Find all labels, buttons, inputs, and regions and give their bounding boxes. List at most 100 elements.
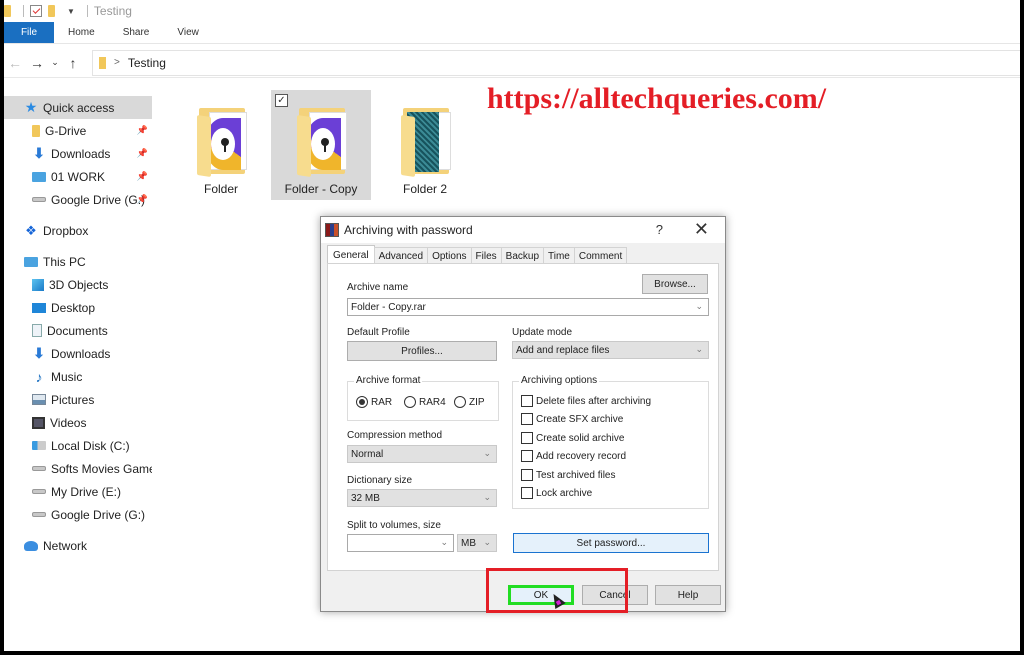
sidebar-item-documents[interactable]: Documents	[4, 319, 152, 342]
sidebar-item-google-drive-quick[interactable]: Google Drive (G:) 📌	[4, 188, 152, 211]
folder-icon	[397, 104, 453, 177]
sidebar-item-desktop[interactable]: Desktop	[4, 296, 152, 319]
chevron-down-icon: ⌄	[483, 448, 491, 458]
checkbox-recovery-record[interactable]: Add recovery record	[521, 450, 626, 462]
computer-icon	[24, 256, 38, 267]
properties-icon[interactable]	[30, 5, 42, 17]
sidebar-item-label: My Drive (E:)	[51, 484, 121, 499]
chevron-down-icon: ⌄	[483, 492, 491, 502]
sidebar-item-label: Downloads	[51, 146, 111, 161]
checkbox-delete-files[interactable]: Delete files after archiving	[521, 395, 651, 407]
file-name: Folder 2	[402, 182, 448, 196]
sidebar-item-videos[interactable]: Videos	[4, 411, 152, 434]
checkbox-create-solid[interactable]: Create solid archive	[521, 432, 624, 444]
checkbox-icon	[521, 469, 533, 481]
sidebar-item-01-work[interactable]: 01 WORK 📌	[4, 165, 152, 188]
chevron-down-icon[interactable]: ⌄	[695, 301, 703, 312]
drive-icon	[32, 512, 46, 517]
file-item-folder-copy[interactable]: ✓ Folder - Copy	[271, 90, 371, 200]
sidebar-item-this-pc[interactable]: This PC	[4, 250, 152, 273]
up-arrow-icon[interactable]: ↑	[62, 55, 84, 71]
sidebar-item-downloads-pc[interactable]: ⬇ Downloads	[4, 342, 152, 365]
dialog-title: Archiving with password	[344, 223, 473, 237]
radio-zip[interactable]: ZIP	[454, 396, 485, 408]
sidebar-item-label: G-Drive	[45, 123, 87, 138]
sidebar-item-3d-objects[interactable]: 3D Objects	[4, 273, 152, 296]
close-icon[interactable]: ✕	[694, 219, 709, 240]
ribbon-tab-home[interactable]: Home	[54, 22, 109, 43]
separator	[23, 5, 24, 17]
recent-locations-chevron-icon[interactable]: ⌄	[48, 57, 62, 68]
new-folder-icon[interactable]	[48, 5, 55, 17]
sidebar-item-music[interactable]: ♪ Music	[4, 365, 152, 388]
sidebar-item-network[interactable]: Network	[4, 534, 152, 557]
radio-rar[interactable]: RAR	[356, 396, 392, 408]
set-password-button[interactable]: Set password...	[513, 533, 709, 553]
dictionary-size-select[interactable]: 32 MB ⌄	[347, 489, 497, 507]
chevron-down-icon[interactable]: ⌄	[440, 537, 448, 548]
sidebar-item-google-drive-g[interactable]: Google Drive (G:)	[4, 503, 152, 526]
forward-arrow-icon[interactable]: →	[26, 55, 48, 71]
star-icon: ★	[24, 99, 38, 115]
breadcrumb-chevron-icon[interactable]: >	[114, 57, 120, 68]
split-unit-select[interactable]: MB ⌄	[457, 534, 497, 552]
pin-icon[interactable]: 📌	[137, 125, 148, 136]
checkbox-create-sfx[interactable]: Create SFX archive	[521, 413, 623, 425]
help-button[interactable]: Help	[655, 585, 721, 605]
window-title: Testing	[93, 4, 132, 18]
checkbox-icon	[521, 450, 533, 462]
address-bar[interactable]: > Testing	[92, 49, 1020, 76]
compression-method-select[interactable]: Normal ⌄	[347, 445, 497, 463]
network-icon	[24, 540, 38, 551]
compression-method-value: Normal	[351, 448, 384, 460]
file-name: Folder - Copy	[284, 182, 358, 196]
sidebar-item-quick-access[interactable]: ★ Quick access	[4, 96, 152, 119]
compression-method-label: Compression method	[347, 430, 443, 441]
ribbon-tab-share[interactable]: Share	[109, 22, 164, 43]
checkbox-lock-archive[interactable]: Lock archive	[521, 487, 592, 499]
browse-button[interactable]: Browse...	[642, 274, 708, 294]
sidebar-item-pictures[interactable]: Pictures	[4, 388, 152, 411]
profiles-button[interactable]: Profiles...	[347, 341, 497, 361]
sidebar-item-softs-movies-games[interactable]: Softs Movies Games	[4, 457, 152, 480]
chevron-down-icon: ⌄	[695, 344, 703, 354]
pin-icon[interactable]: 📌	[137, 148, 148, 159]
checkbox-label: Test archived files	[536, 469, 616, 481]
breadcrumb-testing[interactable]: Testing	[128, 56, 166, 70]
sidebar-item-dropbox[interactable]: ❖ Dropbox	[4, 219, 152, 242]
back-arrow-icon[interactable]: ←	[4, 55, 26, 71]
download-icon: ⬇	[33, 145, 45, 161]
dropbox-icon: ❖	[25, 222, 37, 238]
documents-icon	[32, 324, 42, 337]
navigation-bar: ← → ⌄ ↑ > Testing	[4, 48, 1020, 78]
radio-rar4[interactable]: RAR4	[404, 396, 446, 408]
ribbon-tab-view[interactable]: View	[163, 22, 213, 43]
winrar-icon	[325, 223, 339, 237]
checkbox-label: Add recovery record	[536, 450, 627, 462]
local-disk-icon	[32, 441, 46, 450]
file-item-folder[interactable]: Folder	[171, 90, 271, 200]
drive-icon	[32, 197, 46, 202]
sidebar-item-downloads[interactable]: ⬇ Downloads 📌	[4, 142, 152, 165]
checkbox-label: Create solid archive	[536, 432, 625, 444]
file-item-folder-2[interactable]: Folder 2	[375, 90, 475, 200]
archive-name-input[interactable]: Folder - Copy.rar ⌄	[347, 298, 709, 316]
folder-icon	[193, 104, 249, 177]
customize-toolbar-icon[interactable]: ▼	[67, 7, 75, 16]
sidebar-item-local-disk-c[interactable]: Local Disk (C:)	[4, 434, 152, 457]
update-mode-select[interactable]: Add and replace files ⌄	[512, 341, 709, 359]
sidebar-item-label: Music	[51, 369, 83, 384]
checkbox-test-archived[interactable]: Test archived files	[521, 469, 615, 481]
split-volumes-input[interactable]: ⌄	[347, 534, 454, 552]
pin-icon[interactable]: 📌	[137, 171, 148, 182]
help-icon[interactable]: ?	[656, 222, 663, 237]
sidebar-item-g-drive[interactable]: G-Drive 📌	[4, 119, 152, 142]
selection-checkbox[interactable]: ✓	[275, 94, 288, 107]
sidebar-item-my-drive-e[interactable]: My Drive (E:)	[4, 480, 152, 503]
tab-general[interactable]: General	[327, 245, 375, 265]
radio-label: ZIP	[469, 396, 485, 408]
ribbon-tab-file[interactable]: File	[4, 22, 54, 43]
sidebar-item-label: Network	[43, 538, 88, 553]
file-name: Folder	[203, 182, 238, 196]
pin-icon[interactable]: 📌	[137, 194, 148, 205]
